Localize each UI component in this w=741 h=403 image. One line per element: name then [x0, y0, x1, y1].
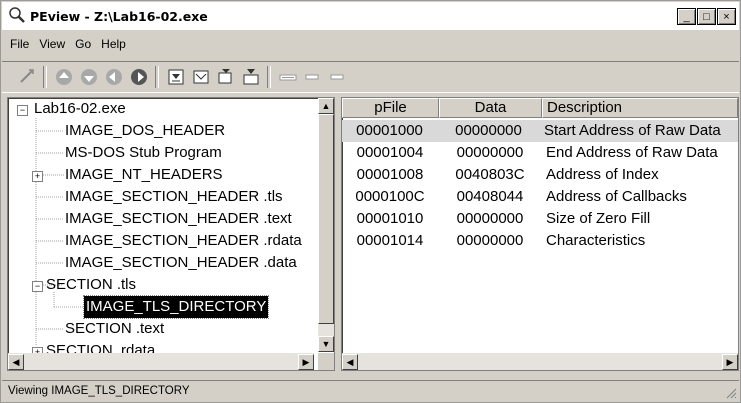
status-bar: Viewing IMAGE_TLS_DIRECTORY: [2, 380, 739, 401]
table-row[interactable]: 00001000 00000000 Start Address of Raw D…: [342, 120, 738, 142]
scroll-up-arrow-icon[interactable]: ▲: [318, 98, 334, 114]
col-header-data[interactable]: Data: [439, 98, 542, 118]
view-option-icon[interactable]: [327, 66, 349, 88]
scroll-right-arrow-icon[interactable]: ▶: [298, 354, 314, 370]
status-text: Viewing IMAGE_TLS_DIRECTORY: [8, 385, 190, 397]
scroll-thumb[interactable]: [318, 114, 334, 324]
tree-vertical-scrollbar[interactable]: ▲ ▼: [318, 98, 334, 352]
cell-description: End Address of Raw Data: [546, 144, 718, 161]
cell-pfile: 00001010: [356, 210, 424, 227]
menu-bar: File View Go Help: [2, 34, 128, 54]
collapse-icon[interactable]: −: [32, 281, 43, 292]
cell-description: Characteristics: [546, 232, 646, 249]
expand-icon[interactable]: +: [32, 171, 43, 182]
menu-view[interactable]: View: [39, 37, 65, 51]
view-option-icon[interactable]: [277, 66, 299, 88]
table-row[interactable]: 00001014 00000000 Characteristics: [342, 230, 738, 252]
scroll-left-arrow-icon[interactable]: ◀: [342, 354, 358, 370]
cell-description: Size of Zero Fill: [546, 210, 651, 227]
cell-pfile: 00001004: [356, 144, 424, 161]
tree-item-root[interactable]: Lab16-02.exe: [34, 98, 126, 120]
tree-item-section-header-data[interactable]: IMAGE_SECTION_HEADER .data: [65, 252, 297, 274]
toolbar-separator: [43, 66, 47, 88]
close-button[interactable]: ×: [717, 8, 736, 25]
view-option-icon[interactable]: [302, 66, 324, 88]
magnifier-app-icon: [6, 5, 28, 27]
arrow-down-icon[interactable]: [78, 66, 100, 88]
save-down-icon[interactable]: [165, 66, 187, 88]
table-row[interactable]: 00001010 00000000 Size of Zero Fill: [342, 208, 738, 230]
table-header: pFile Data Description: [342, 98, 738, 118]
tree-view: − Lab16-02.exe IMAGE_DOS_HEADER MS-DOS S…: [8, 98, 314, 359]
cell-pfile: 00001008: [356, 166, 424, 183]
cell-description: Start Address of Raw Data: [543, 122, 721, 139]
caption-buttons: _ □ ×: [676, 8, 736, 25]
arrow-up-icon[interactable]: [53, 66, 75, 88]
menu-file[interactable]: File: [10, 37, 29, 51]
cell-data: 00000000: [456, 232, 524, 249]
tree-item-section-header-rdata[interactable]: IMAGE_SECTION_HEADER .rdata: [65, 230, 302, 252]
cell-data: 00000000: [456, 144, 524, 161]
tree-item-section-text[interactable]: SECTION .text: [65, 318, 164, 340]
table-row[interactable]: 00001008 0040803C Address of Index: [342, 164, 738, 186]
tree-item-nt-headers[interactable]: IMAGE_NT_HEADERS: [65, 164, 223, 186]
tree-item-dos-stub[interactable]: MS-DOS Stub Program: [65, 142, 222, 164]
toolbar-separator: [155, 66, 159, 88]
data-horizontal-scrollbar[interactable]: ◀ ▶: [342, 353, 738, 370]
data-pane[interactable]: pFile Data Description 00001000 00000000…: [341, 97, 739, 371]
arrow-left-icon[interactable]: [103, 66, 125, 88]
main-window: PEview - Z:\Lab16-02.exe _ □ × File View…: [0, 0, 741, 403]
scroll-left-arrow-icon[interactable]: ◀: [8, 354, 24, 370]
col-header-pfile[interactable]: pFile: [342, 98, 439, 118]
menu-help[interactable]: Help: [101, 37, 126, 51]
col-header-description[interactable]: Description: [542, 98, 738, 118]
tree-item-section-header-tls[interactable]: IMAGE_SECTION_HEADER .tls: [65, 186, 283, 208]
cell-data: 00000000: [455, 122, 522, 139]
tree-item-tls-directory[interactable]: IMAGE_TLS_DIRECTORY: [82, 295, 270, 319]
toolbar-separator: [267, 66, 271, 88]
cell-data: 0040803C: [455, 166, 525, 183]
cell-pfile: 0000100C: [355, 188, 425, 205]
prev-mark-icon[interactable]: [240, 66, 262, 88]
open-file-icon[interactable]: [16, 66, 38, 88]
title-bar[interactable]: PEview - Z:\Lab16-02.exe _ □ ×: [2, 2, 739, 30]
maximize-button[interactable]: □: [697, 8, 716, 25]
scroll-down-arrow-icon[interactable]: ▼: [318, 336, 334, 352]
minimize-button[interactable]: _: [677, 8, 696, 25]
tree-item-section-header-text[interactable]: IMAGE_SECTION_HEADER .text: [65, 208, 292, 230]
cell-description: Address of Callbacks: [546, 188, 687, 205]
tree-horizontal-scrollbar[interactable]: ◀ ▶: [8, 353, 314, 370]
cell-pfile: 00001000: [356, 122, 423, 139]
menu-go[interactable]: Go: [75, 37, 91, 51]
scroll-corner: [318, 353, 334, 370]
table-row[interactable]: 00001004 00000000 End Address of Raw Dat…: [342, 142, 738, 164]
mark-icon[interactable]: [190, 66, 212, 88]
cell-pfile: 00001014: [356, 232, 424, 249]
resize-grip-icon[interactable]: [725, 387, 737, 399]
cell-data: 00000000: [456, 210, 524, 227]
next-mark-icon[interactable]: [215, 66, 237, 88]
scroll-right-arrow-icon[interactable]: ▶: [722, 354, 738, 370]
cell-data: 00408044: [456, 188, 524, 205]
arrow-right-icon[interactable]: [128, 66, 150, 88]
tree-pane[interactable]: − Lab16-02.exe IMAGE_DOS_HEADER MS-DOS S…: [7, 97, 335, 371]
cell-description: Address of Index: [546, 166, 659, 183]
toolbar: [2, 61, 739, 93]
table-row[interactable]: 0000100C 00408044 Address of Callbacks: [342, 186, 738, 208]
tree-item-section-tls[interactable]: SECTION .tls: [46, 274, 136, 296]
tree-item-dos-header[interactable]: IMAGE_DOS_HEADER: [65, 120, 225, 142]
window-title: PEview - Z:\Lab16-02.exe: [30, 8, 208, 24]
collapse-icon[interactable]: −: [17, 105, 28, 116]
